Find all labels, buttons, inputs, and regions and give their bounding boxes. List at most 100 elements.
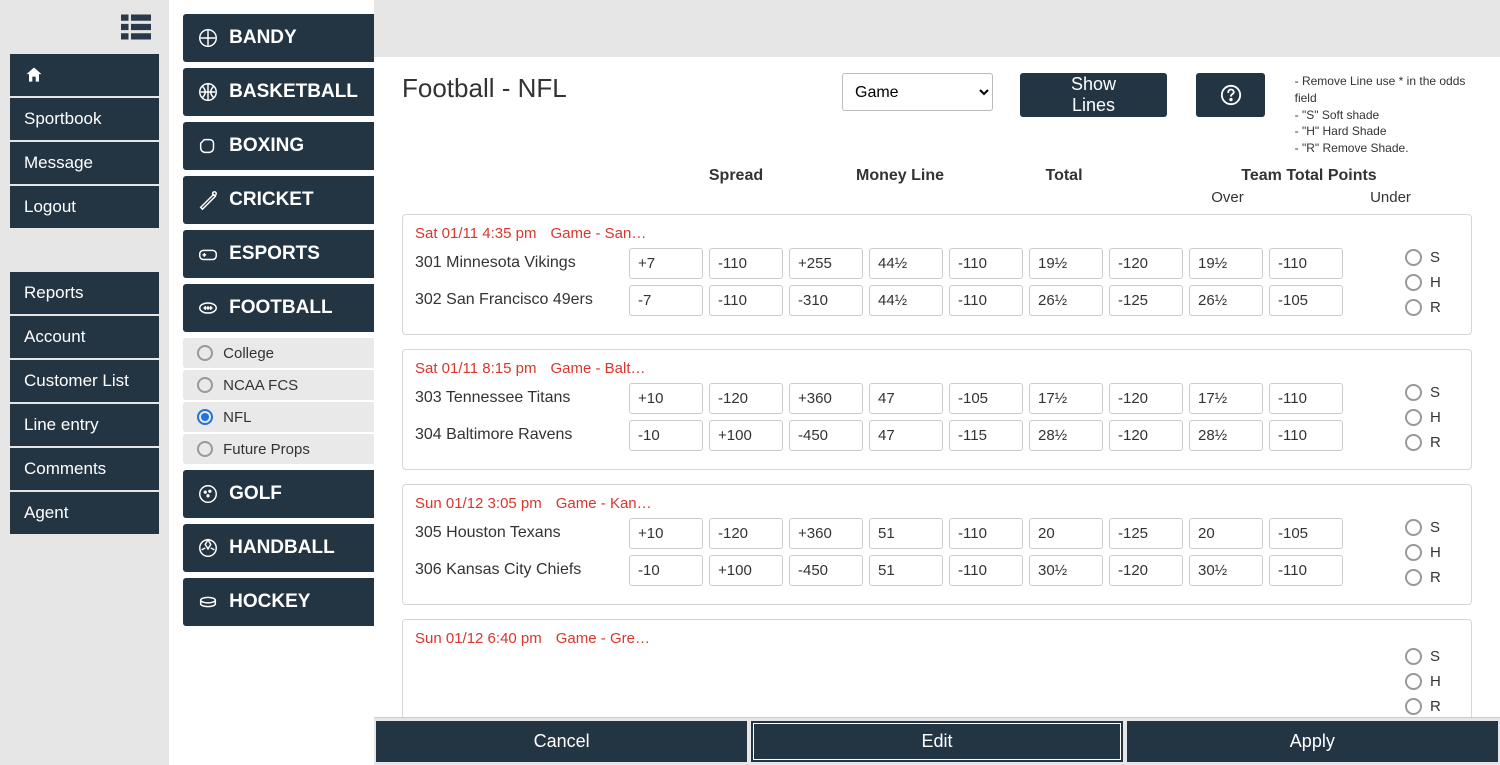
shade-h[interactable]: H — [1405, 409, 1459, 426]
sport-item-boxing[interactable]: BOXING — [183, 122, 374, 170]
nav-account[interactable]: Account — [10, 316, 159, 358]
team-total-input[interactable] — [1029, 555, 1103, 586]
nav-customer-list[interactable]: Customer List — [10, 360, 159, 402]
edit-button[interactable]: Edit — [751, 721, 1122, 762]
total-input[interactable] — [869, 285, 943, 316]
shade-s[interactable]: S — [1405, 519, 1459, 536]
help-button[interactable] — [1196, 73, 1265, 117]
sport-item-bandy[interactable]: BANDY — [183, 14, 374, 62]
moneyline-input[interactable] — [789, 248, 863, 279]
team-total-over-input[interactable] — [1109, 555, 1183, 586]
total-input[interactable] — [869, 555, 943, 586]
spread-odds-input[interactable] — [709, 420, 783, 451]
spread-odds-input[interactable] — [709, 518, 783, 549]
team-total-input[interactable] — [1029, 383, 1103, 414]
sport-item-cricket[interactable]: CRICKET — [183, 176, 374, 224]
spread-odds-input[interactable] — [709, 248, 783, 279]
team-total-under-input[interactable] — [1269, 383, 1343, 414]
team-total-over-input[interactable] — [1109, 248, 1183, 279]
team-total-input[interactable] — [1029, 248, 1103, 279]
nav-sportbook[interactable]: Sportbook — [10, 98, 159, 140]
sport-item-football[interactable]: FOOTBALL — [183, 284, 374, 332]
team-total-input[interactable] — [1029, 285, 1103, 316]
sport-icon — [197, 189, 219, 211]
total-odds-input[interactable] — [949, 420, 1023, 451]
shade-r[interactable]: R — [1405, 434, 1459, 451]
shade-s[interactable]: S — [1405, 384, 1459, 401]
team-total-input[interactable] — [1029, 420, 1103, 451]
nav-message[interactable]: Message — [10, 142, 159, 184]
shade-h[interactable]: H — [1405, 673, 1459, 690]
total-odds-input[interactable] — [949, 383, 1023, 414]
spread-odds-input[interactable] — [709, 555, 783, 586]
menu-toggle[interactable] — [0, 0, 169, 54]
nav-comments[interactable]: Comments — [10, 448, 159, 490]
show-lines-button[interactable]: Show Lines — [1020, 73, 1167, 117]
sport-item-basketball[interactable]: BASKETBALL — [183, 68, 374, 116]
sport-sub-future-props[interactable]: Future Props — [183, 434, 374, 464]
moneyline-input[interactable] — [789, 555, 863, 586]
team-total2-input[interactable] — [1189, 555, 1263, 586]
sport-item-esports[interactable]: ESPORTS — [183, 230, 374, 278]
sport-item-golf[interactable]: GOLF — [183, 470, 374, 518]
moneyline-input[interactable] — [789, 518, 863, 549]
shade-h[interactable]: H — [1405, 544, 1459, 561]
spread-input[interactable] — [629, 285, 703, 316]
nav-reports[interactable]: Reports — [10, 272, 159, 314]
sport-sub-college[interactable]: College — [183, 338, 374, 368]
team-total-under-input[interactable] — [1269, 518, 1343, 549]
shade-s[interactable]: S — [1405, 249, 1459, 266]
nav-agent[interactable]: Agent — [10, 492, 159, 534]
moneyline-input[interactable] — [789, 383, 863, 414]
shade-s[interactable]: S — [1405, 648, 1459, 665]
team-total-input[interactable] — [1029, 518, 1103, 549]
spread-odds-input[interactable] — [709, 383, 783, 414]
spread-input[interactable] — [629, 555, 703, 586]
team-total2-input[interactable] — [1189, 285, 1263, 316]
team-total2-input[interactable] — [1189, 420, 1263, 451]
team-total2-input[interactable] — [1189, 518, 1263, 549]
team-total-under-input[interactable] — [1269, 420, 1343, 451]
moneyline-input[interactable] — [789, 285, 863, 316]
spread-input[interactable] — [629, 248, 703, 279]
team-total2-input[interactable] — [1189, 248, 1263, 279]
spread-input[interactable] — [629, 383, 703, 414]
shade-r[interactable]: R — [1405, 698, 1459, 715]
content-scroll[interactable]: Football - NFL Game Show Lines - Remove … — [374, 57, 1500, 717]
team-total-over-input[interactable] — [1109, 383, 1183, 414]
team-total2-input[interactable] — [1189, 383, 1263, 414]
total-odds-input[interactable] — [949, 555, 1023, 586]
total-input[interactable] — [869, 518, 943, 549]
sport-item-handball[interactable]: HANDBALL — [183, 524, 374, 572]
total-input[interactable] — [869, 420, 943, 451]
team-total-under-input[interactable] — [1269, 285, 1343, 316]
team-total-under-input[interactable] — [1269, 555, 1343, 586]
spread-input[interactable] — [629, 518, 703, 549]
team-total-under-input[interactable] — [1269, 248, 1343, 279]
sport-sub-ncaa-fcs[interactable]: NCAA FCS — [183, 370, 374, 400]
cancel-button[interactable]: Cancel — [376, 721, 747, 762]
total-input[interactable] — [869, 248, 943, 279]
line-type-select[interactable]: Game — [842, 73, 993, 111]
shade-h[interactable]: H — [1405, 274, 1459, 291]
team-total-over-input[interactable] — [1109, 285, 1183, 316]
sport-item-hockey[interactable]: HOCKEY — [183, 578, 374, 626]
sub-label: NFL — [223, 409, 251, 426]
total-odds-input[interactable] — [949, 248, 1023, 279]
nav-line-entry[interactable]: Line entry — [10, 404, 159, 446]
sport-sub-nfl[interactable]: NFL — [183, 402, 374, 432]
nav-home[interactable] — [10, 54, 159, 96]
spread-odds-input[interactable] — [709, 285, 783, 316]
shade-r[interactable]: R — [1405, 569, 1459, 586]
team-total-over-input[interactable] — [1109, 518, 1183, 549]
nav-logout[interactable]: Logout — [10, 186, 159, 228]
total-odds-input[interactable] — [949, 518, 1023, 549]
total-odds-input[interactable] — [949, 285, 1023, 316]
column-headers: Spread Money Line Total Team Total Point… — [402, 167, 1472, 185]
spread-input[interactable] — [629, 420, 703, 451]
moneyline-input[interactable] — [789, 420, 863, 451]
team-total-over-input[interactable] — [1109, 420, 1183, 451]
total-input[interactable] — [869, 383, 943, 414]
shade-r[interactable]: R — [1405, 299, 1459, 316]
apply-button[interactable]: Apply — [1127, 721, 1498, 762]
